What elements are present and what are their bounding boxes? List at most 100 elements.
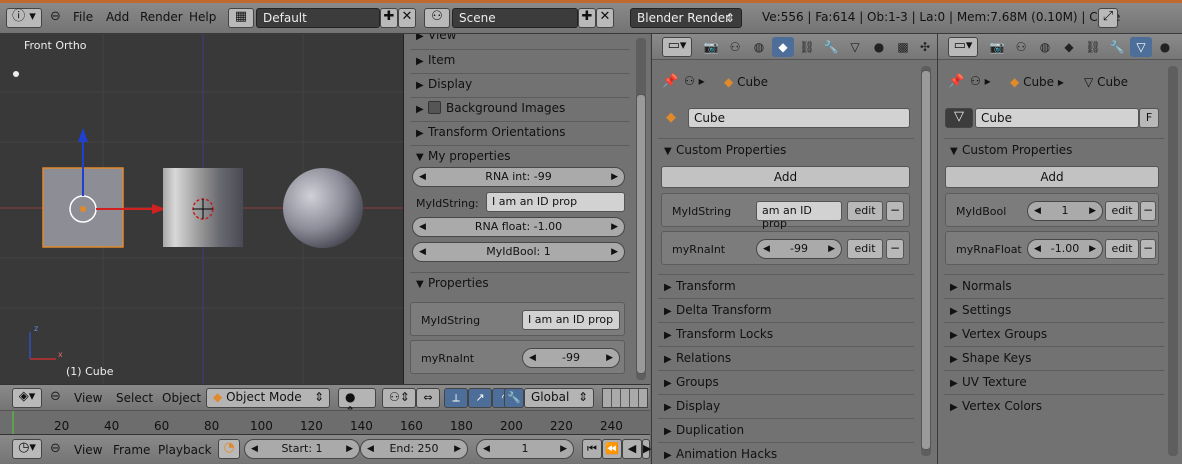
world-tab-icon[interactable]: ◍ [1034, 37, 1056, 57]
collapse-menu-icon[interactable]: ⊖ [50, 9, 61, 24]
scene-tab-icon[interactable]: ⚇ [1010, 37, 1032, 57]
manipulator-wrench-icon[interactable]: 🔧 [504, 388, 524, 408]
modifiers-tab-icon[interactable]: 🔧 [820, 37, 842, 57]
add-property-button[interactable]: Add [661, 166, 910, 188]
layer-buttons[interactable] [602, 388, 648, 408]
rna-int-slider[interactable]: ◀ RNA int: -99 ▶ [412, 167, 625, 187]
preview-range-icon[interactable]: ◔ [218, 439, 240, 459]
edit-property-button[interactable]: edit [847, 201, 883, 221]
panel-relations-header[interactable]: ▶ Relations [658, 348, 914, 370]
add-property-button[interactable]: Add [945, 166, 1159, 188]
edit-property-button[interactable]: edit [847, 239, 883, 259]
current-frame-field[interactable]: ◀ 1 ▶ [476, 439, 574, 459]
pivot-point-select[interactable]: ⚇⇕ [382, 388, 416, 408]
remove-property-button[interactable]: − [886, 239, 904, 259]
panel-my-properties-header[interactable]: ▼ My properties [410, 146, 630, 168]
menu-render[interactable]: Render [140, 10, 183, 24]
add-scene-button[interactable]: ✚ [578, 8, 596, 28]
interaction-mode-select[interactable]: ◆ Object Mode ⇕ [206, 388, 330, 408]
panel-duplication-header[interactable]: ▶ Duplication [658, 420, 914, 442]
remove-property-button[interactable]: − [886, 201, 904, 221]
start-frame-field[interactable]: ◀ Start: 1 ▶ [244, 439, 360, 459]
render-tab-icon[interactable]: 📷 [986, 37, 1008, 57]
jump-start-icon[interactable]: ⏮ [582, 439, 602, 459]
menu-add[interactable]: Add [106, 10, 129, 24]
world-tab-icon[interactable]: ◍ [748, 37, 770, 57]
panel-display-header[interactable]: ▶ Display [658, 396, 914, 418]
scene-tab-icon[interactable]: ⚇ [724, 37, 746, 57]
menu-help[interactable]: Help [189, 10, 216, 24]
remove-scene-button[interactable]: ✕ [596, 8, 614, 28]
panel-delta-transform-header[interactable]: ▶ Delta Transform [658, 300, 914, 322]
play-reverse-icon[interactable]: ◀ [622, 439, 642, 459]
menu-select[interactable]: Select [116, 391, 153, 405]
myid-bool-slider[interactable]: ◀ MyIdBool: 1 ▶ [412, 242, 625, 262]
panel-uv-texture-header[interactable]: ▶ UV Texture [944, 372, 1164, 394]
material-tab-icon[interactable]: ● [1154, 37, 1176, 57]
remove-screen-button[interactable]: ✕ [398, 8, 416, 28]
fullscreen-icon[interactable]: ⤢ [1098, 8, 1118, 28]
remove-property-button[interactable]: − [1140, 239, 1156, 259]
editor-type-button[interactable]: ◈▾ [12, 388, 42, 408]
modifiers-tab-icon[interactable]: 🔧 [1106, 37, 1128, 57]
3d-viewport[interactable]: Front Ortho (1) Cube z x [0, 34, 404, 384]
custom-properties-header[interactable]: ▼ Custom Properties [944, 140, 1164, 162]
menu-object[interactable]: Object [162, 391, 201, 405]
collapse-menu-icon[interactable]: ⊖ [50, 441, 61, 456]
transform-orientation-select[interactable]: Global ⇕ [524, 388, 594, 408]
panel-view-header[interactable]: ▶ View [410, 34, 630, 47]
render-tab-icon[interactable]: 📷 [700, 37, 722, 57]
current-frame-marker[interactable] [12, 411, 14, 435]
play-icon[interactable]: ▶ [642, 439, 651, 459]
mesh-browse-icon[interactable]: ▽ [945, 108, 973, 128]
collapse-menu-icon[interactable]: ⊖ [50, 389, 61, 404]
add-screen-button[interactable]: ✚ [380, 8, 398, 28]
menu-view[interactable]: View [74, 391, 102, 405]
shelf-scrollbar-thumb[interactable] [636, 94, 646, 374]
panel-normals-header[interactable]: ▶ Normals [944, 276, 1164, 298]
panel-display-header[interactable]: ▶ Display [410, 74, 630, 96]
mesh-panel-scrollbar[interactable] [1168, 66, 1178, 456]
scene-icon[interactable]: ⚇ [424, 8, 450, 28]
custom-properties-header[interactable]: ▼ Custom Properties [658, 140, 914, 162]
panel-transform-orientations-header[interactable]: ▶ Transform Orientations [410, 122, 630, 144]
background-images-checkbox[interactable] [428, 101, 441, 114]
pin-icon[interactable]: 📌 [948, 74, 964, 89]
viewport-shading-select[interactable]: ● ⇕ [338, 388, 376, 418]
panel-vertex-groups-header[interactable]: ▶ Vertex Groups [944, 324, 1164, 346]
object-tab-icon[interactable]: ◆ [772, 37, 794, 57]
panel-transform-header[interactable]: ▶ Transform [658, 276, 914, 298]
panel-shape-keys-header[interactable]: ▶ Shape Keys [944, 348, 1164, 370]
screen-layout-icon[interactable]: ▦ [228, 8, 254, 28]
remove-property-button[interactable]: − [1140, 201, 1156, 221]
edit-property-button[interactable]: edit [1105, 239, 1139, 259]
screen-layout-field[interactable]: Default [256, 8, 380, 28]
editor-type-button[interactable]: ▭▾ [662, 37, 692, 57]
scene-field[interactable]: Scene [452, 8, 578, 28]
menu-view[interactable]: View [74, 443, 102, 457]
viewport-canvas[interactable] [0, 34, 404, 384]
mesh-name-field[interactable]: Cube [975, 108, 1139, 128]
menu-file[interactable]: File [73, 10, 93, 24]
panel-vertex-colors-header[interactable]: ▶ Vertex Colors [944, 396, 1164, 418]
custom-prop-float-slider[interactable]: ◀ -1.00 ▶ [1027, 239, 1103, 259]
rotate-manipulator-icon[interactable]: ↗ [468, 388, 492, 408]
panel-groups-header[interactable]: ▶ Groups [658, 372, 914, 394]
editor-type-button[interactable]: ▭▾ [948, 37, 978, 57]
constraints-tab-icon[interactable]: ⛓ [796, 37, 818, 57]
panel-item-header[interactable]: ▶ Item [410, 50, 630, 72]
menu-playback[interactable]: Playback [158, 443, 212, 457]
particles-tab-icon[interactable]: ✣ [914, 37, 936, 57]
translate-manipulator-icon[interactable]: ⟂ [444, 388, 468, 408]
editor-type-button[interactable]: ◷▾ [12, 439, 42, 459]
object-name-field[interactable]: Cube [688, 108, 910, 128]
end-frame-field[interactable]: ◀ End: 250 ▶ [360, 439, 468, 459]
custom-prop-value-input[interactable]: am an ID prop [756, 201, 842, 230]
rna-float-slider[interactable]: ◀ RNA float: -1.00 ▶ [412, 217, 625, 237]
menu-frame[interactable]: Frame [113, 443, 150, 457]
object-panel-scrollbar-thumb[interactable] [921, 70, 931, 450]
mesh-data-tab-icon[interactable]: ▽ [844, 37, 866, 57]
myid-string-input[interactable]: I am an ID prop [486, 192, 625, 212]
panel-background-images-header[interactable]: ▶ Background Images [410, 98, 630, 120]
render-engine-select[interactable]: Blender Render ⇕ [630, 8, 742, 28]
